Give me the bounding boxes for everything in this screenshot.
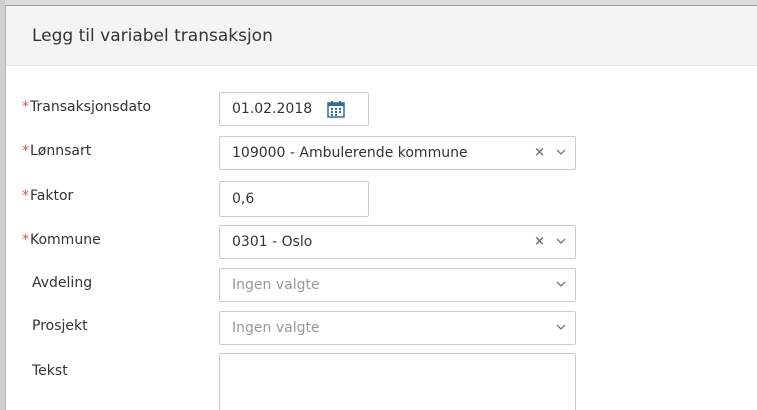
faktor-input[interactable]: 0,6 (219, 181, 369, 217)
required-marker: * (22, 99, 29, 115)
date-value: 01.02.2018 (232, 101, 313, 117)
dialog-title: Legg til variabel transaksjon (32, 25, 273, 46)
kommune-value: 0301 - Oslo (232, 234, 313, 250)
label-avdeling: Avdeling (32, 275, 93, 291)
clear-icon[interactable]: × (534, 145, 545, 160)
faktor-value: 0,6 (232, 191, 255, 207)
label-faktor: *Faktor (22, 188, 74, 204)
chevron-down-icon[interactable] (555, 321, 567, 333)
calendar-icon[interactable] (326, 99, 346, 119)
chevron-down-icon[interactable] (555, 278, 567, 290)
lonnsart-value: 109000 - Ambulerende kommune (232, 145, 468, 161)
lonnsart-select[interactable]: 109000 - Ambulerende kommune × (219, 136, 576, 170)
add-transaction-dialog: Legg til variabel transaksjon *Transaksj… (5, 5, 757, 410)
chevron-down-icon[interactable] (555, 235, 567, 247)
prosjekt-select[interactable]: Ingen valgte (219, 311, 576, 345)
required-marker: * (22, 232, 29, 248)
label-lonnsart: *Lønnsart (22, 143, 92, 159)
label-tekst: Tekst (32, 363, 68, 379)
required-marker: * (22, 188, 29, 204)
tekst-textarea[interactable] (219, 353, 576, 410)
label-prosjekt: Prosjekt (32, 318, 88, 334)
prosjekt-placeholder: Ingen valgte (232, 320, 320, 336)
date-field[interactable]: 01.02.2018 (219, 92, 369, 126)
avdeling-placeholder: Ingen valgte (232, 277, 320, 293)
kommune-select[interactable]: 0301 - Oslo × (219, 225, 576, 259)
required-marker: * (22, 143, 29, 159)
label-transaksjonsdato: *Transaksjonsdato (22, 99, 152, 115)
avdeling-select[interactable]: Ingen valgte (219, 268, 576, 302)
chevron-down-icon[interactable] (555, 146, 567, 158)
label-kommune: *Kommune (22, 232, 101, 248)
dialog-header: Legg til variabel transaksjon (6, 6, 757, 66)
clear-icon[interactable]: × (534, 234, 545, 249)
